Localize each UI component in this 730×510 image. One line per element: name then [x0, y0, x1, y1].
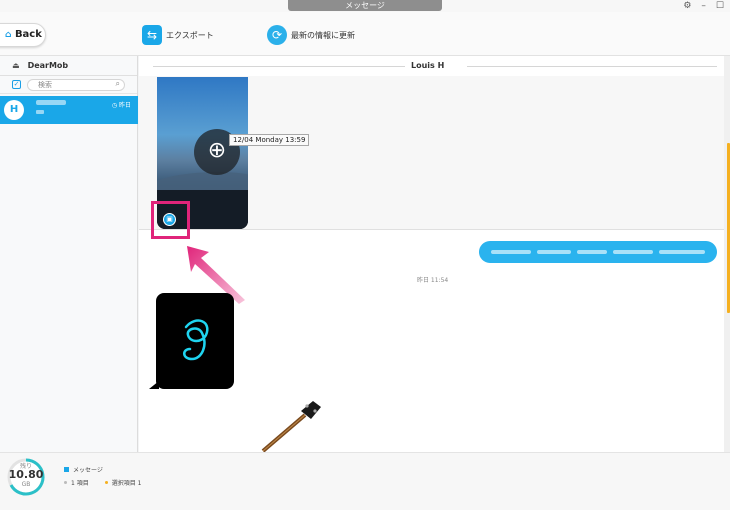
search-placeholder: 検索	[38, 80, 52, 89]
contact-list-item[interactable]: H ◷ 昨日	[0, 96, 138, 124]
category-legend: メッセージ	[64, 465, 103, 474]
save-image-button[interactable]: ▣	[163, 213, 176, 226]
redacted-text	[491, 250, 531, 254]
message-timestamp: 昨日 11:54	[417, 277, 449, 284]
redacted-text	[659, 250, 705, 254]
category-label: メッセージ	[73, 467, 103, 474]
image-message-guitar[interactable]	[259, 401, 324, 452]
device-name: DearMob	[27, 61, 69, 70]
selected-count: 選択項目 1	[111, 480, 142, 487]
sidebar: ⏏ DearMob ✓ 検索 ⌕ H ◷ 昨日	[0, 56, 138, 452]
image-timestamp-tooltip: 12/04 Monday 13:59	[229, 134, 310, 146]
refresh-button[interactable]: ⟳ 最新の情報に更新	[267, 25, 355, 45]
search-row: ✓ 検索 ⌕	[0, 76, 137, 94]
redacted-text	[577, 250, 607, 254]
back-label: Back	[14, 29, 42, 40]
outgoing-message-bubble[interactable]	[479, 241, 717, 263]
refresh-label: 最新の情報に更新	[291, 30, 355, 40]
maximize-icon[interactable]: ☐	[716, 1, 724, 11]
window-title: メッセージ	[288, 0, 442, 11]
conversation-contact-name: Louis H	[411, 61, 445, 70]
item-count: 1 項目	[71, 480, 89, 487]
contact-preview-redacted	[36, 110, 44, 114]
counts-row: 1 項目 選択項目 1	[64, 478, 141, 487]
toolbar: ⌂ Back ⇆ エクスポート ⟳ 最新の情報に更新	[0, 12, 730, 56]
export-button[interactable]: ⇆ エクスポート	[142, 25, 214, 45]
window-controls: ⚙ – ☐	[683, 1, 724, 11]
back-button[interactable]: ⌂ Back	[0, 23, 46, 47]
select-all-checkbox[interactable]: ✓	[12, 80, 21, 89]
selected-dot	[104, 481, 108, 484]
minimize-icon[interactable]: –	[701, 1, 706, 11]
export-label: エクスポート	[166, 30, 214, 40]
title-bar: メッセージ ⚙ – ☐	[0, 0, 730, 12]
count-dot	[64, 481, 67, 484]
back-arrow-icon: ⌂	[5, 30, 12, 40]
redacted-text	[613, 250, 653, 254]
storage-free-unit: GB	[21, 481, 31, 488]
header-divider-left	[153, 66, 405, 67]
image-message-drawing[interactable]	[156, 293, 234, 389]
settings-gear-icon[interactable]: ⚙	[683, 1, 691, 11]
search-input[interactable]: 検索 ⌕	[27, 78, 125, 91]
storage-free-value: 10.80	[8, 468, 44, 481]
conversation-pane: Louis H ⊕ 12/04 Monday 13:59 ▣ 昨日 11:54	[139, 56, 724, 452]
eject-icon[interactable]: ⏏	[12, 61, 20, 70]
contact-time: ◷ 昨日	[111, 102, 131, 109]
status-bar: 残り 10.80 GB メッセージ 1 項目 選択項目 1	[0, 452, 730, 510]
device-row[interactable]: ⏏ DearMob	[0, 56, 137, 76]
bubble-tail	[149, 381, 159, 389]
export-icon: ⇆	[142, 25, 162, 45]
search-icon[interactable]: ⌕	[116, 79, 120, 89]
zoom-in-icon: ⊕	[207, 138, 227, 163]
refresh-icon: ⟳	[267, 25, 287, 45]
drawing-scribble	[183, 319, 209, 361]
header-divider-right	[467, 66, 717, 67]
redacted-text	[537, 250, 571, 254]
category-color-swatch	[64, 467, 69, 472]
avatar: H	[4, 100, 24, 120]
save-icon: ▣	[166, 215, 173, 223]
contact-name-redacted	[36, 100, 66, 105]
